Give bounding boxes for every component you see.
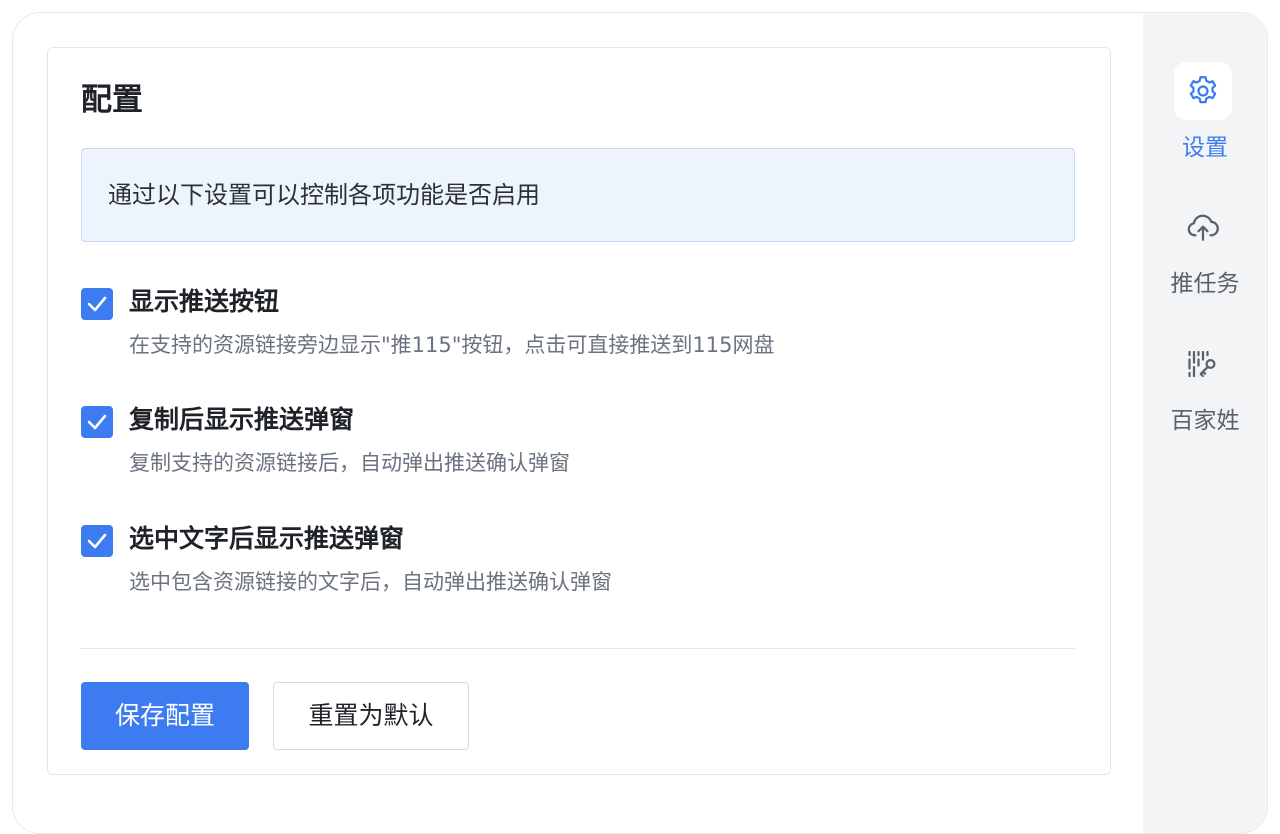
sidebar-item-label: 百家姓 — [1170, 408, 1240, 434]
option-popup-after-copy: 复制后显示推送弹窗 复制支持的资源链接后，自动弹出推送确认弹窗 — [81, 400, 1061, 490]
option-title: 复制后显示推送弹窗 — [129, 405, 355, 434]
app-window: 配置 通过以下设置可以控制各项功能是否启用 显示推送按钮 在支持的资源链接旁边显… — [12, 12, 1268, 834]
checkmark-icon — [87, 533, 107, 549]
option-popup-after-select: 选中文字后显示推送弹窗 选中包含资源链接的文字后，自动弹出推送确认弹窗 — [81, 519, 1061, 609]
option-show-push-button: 显示推送按钮 在支持的资源链接旁边显示"推115"按钮，点击可直接推送到115网… — [81, 282, 1061, 372]
sidebar: 设置 推任务 百家姓 — [1143, 13, 1267, 833]
sidebar-icon-container — [1174, 62, 1232, 120]
config-card: 配置 通过以下设置可以控制各项功能是否启用 显示推送按钮 在支持的资源链接旁边显… — [47, 47, 1111, 775]
info-text: 通过以下设置可以控制各项功能是否启用 — [108, 181, 540, 209]
sidebar-item-label: 设置 — [1182, 135, 1228, 161]
option-description: 复制支持的资源链接后，自动弹出推送确认弹窗 — [129, 451, 570, 475]
info-banner: 通过以下设置可以控制各项功能是否启用 — [81, 148, 1075, 242]
divider — [81, 648, 1075, 649]
page-title: 配置 — [81, 82, 143, 118]
sidebar-item-surnames[interactable]: 百家姓 — [1143, 335, 1267, 455]
option-description: 在支持的资源链接旁边显示"推115"按钮，点击可直接推送到115网盘 — [129, 333, 775, 357]
main-area: 配置 通过以下设置可以控制各项功能是否启用 显示推送按钮 在支持的资源链接旁边显… — [13, 13, 1143, 833]
checkmark-icon — [87, 414, 107, 430]
sidebar-item-settings[interactable]: 设置 — [1143, 62, 1267, 182]
save-config-button[interactable]: 保存配置 — [81, 682, 249, 750]
option-title: 显示推送按钮 — [129, 287, 280, 316]
cloud-upload-icon — [1187, 214, 1219, 241]
option-description: 选中包含资源链接的文字后，自动弹出推送确认弹窗 — [129, 570, 612, 594]
option-title: 选中文字后显示推送弹窗 — [129, 524, 405, 553]
popup-after-copy-checkbox[interactable] — [81, 406, 113, 438]
reset-default-button[interactable]: 重置为默认 — [273, 682, 469, 750]
sidebar-icon-container — [1174, 335, 1232, 393]
checkmark-icon — [87, 296, 107, 312]
sidebar-item-label: 推任务 — [1170, 271, 1240, 297]
popup-after-select-checkbox[interactable] — [81, 525, 113, 557]
barcode-key-icon — [1188, 350, 1216, 378]
show-push-button-checkbox[interactable] — [81, 288, 113, 320]
gear-icon — [1189, 76, 1217, 104]
sidebar-icon-container — [1174, 198, 1232, 256]
sidebar-item-push-tasks[interactable]: 推任务 — [1143, 198, 1267, 318]
